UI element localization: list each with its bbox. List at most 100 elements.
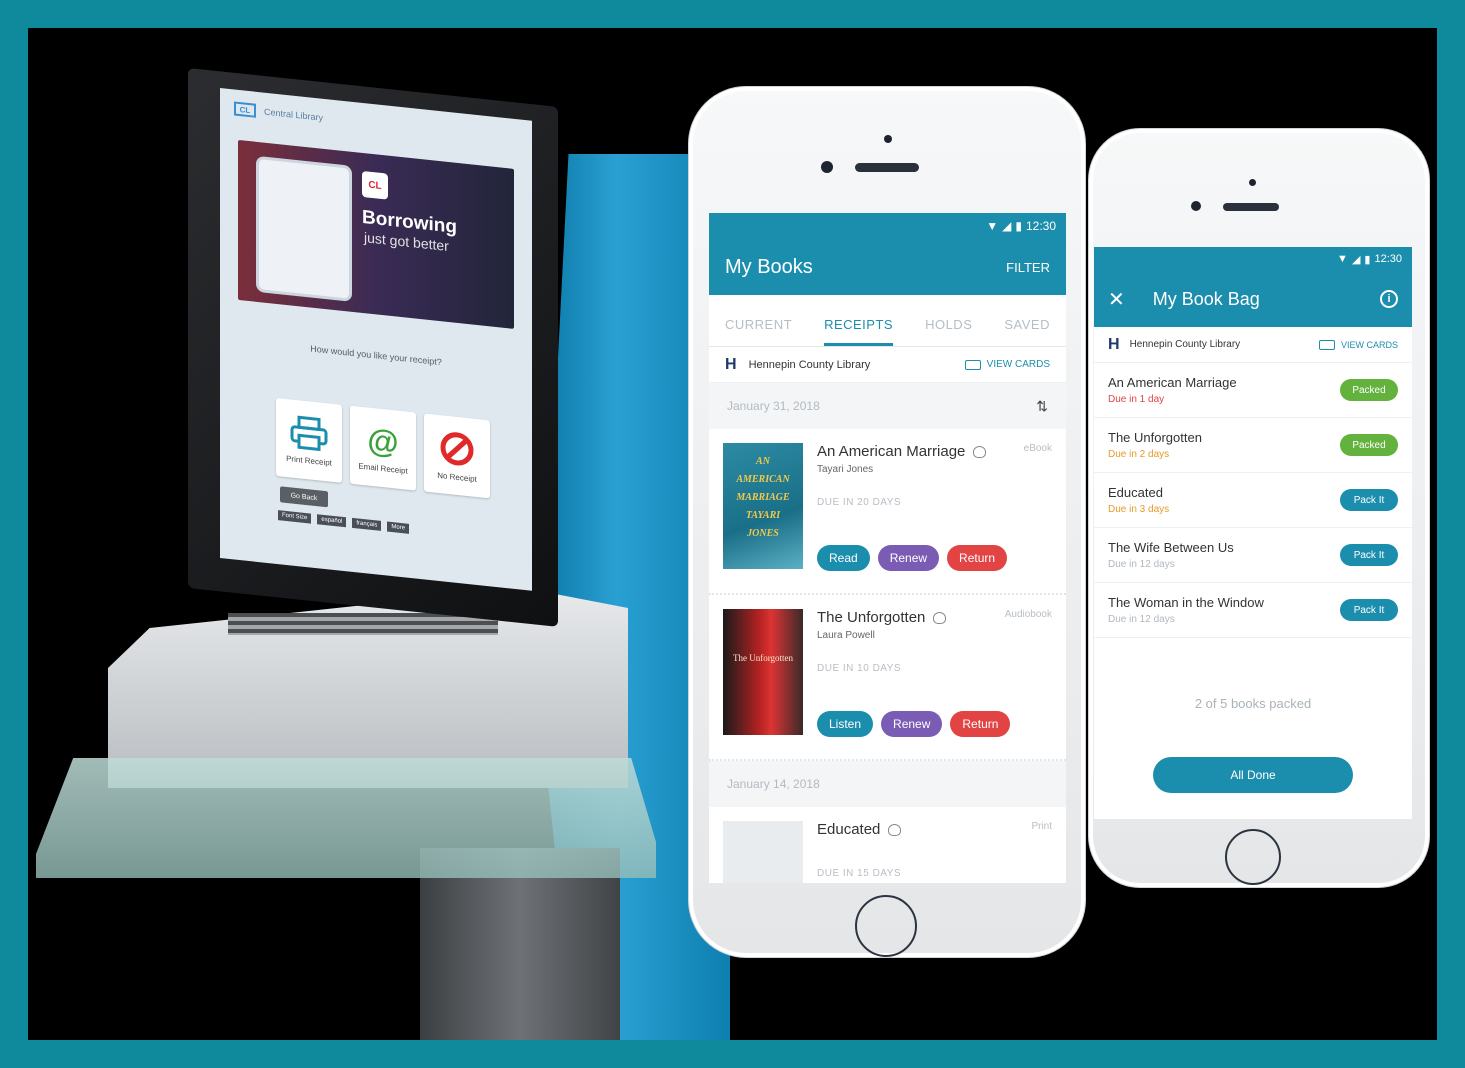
return-button[interactable]: Return bbox=[947, 545, 1008, 571]
phone2-screen: ▼ ◢ ▮ 12:30 ✕ My Book Bag i H Hennepin C… bbox=[1094, 247, 1412, 819]
pack-it-button[interactable]: Pack It bbox=[1340, 599, 1398, 621]
page-title: My Book Bag bbox=[1152, 288, 1260, 309]
bag-item-due: Due in 1 day bbox=[1108, 394, 1165, 405]
book-cover-text: AN AMERICAN MARRIAGE TAYARI JONES bbox=[736, 456, 790, 539]
kiosk-footer-francais[interactable]: français bbox=[352, 517, 382, 531]
filter-button[interactable]: FILTER bbox=[1006, 260, 1050, 275]
library-logo-icon: H bbox=[1108, 335, 1120, 353]
tab-current[interactable]: CURRENT bbox=[725, 317, 792, 346]
library-name: Hennepin County Library bbox=[1129, 339, 1241, 350]
phone2-library-bar: H Hennepin County Library VIEW CARDS bbox=[1094, 327, 1412, 363]
book-due: DUE IN 20 DAYS bbox=[817, 497, 902, 508]
bag-item-due: Due in 2 days bbox=[1108, 449, 1170, 460]
heart-icon[interactable] bbox=[888, 823, 902, 836]
kiosk-library-logo: CL bbox=[234, 101, 256, 118]
bag-item: The Wife Between Us Due in 12 days Pack … bbox=[1094, 528, 1412, 583]
image-frame: CL Central Library CL Borrowing just got… bbox=[0, 0, 1465, 1068]
book-author: Laura Powell bbox=[817, 630, 875, 641]
book-row[interactable]: AN AMERICAN MARRIAGE TAYARI JONES An Ame… bbox=[709, 429, 1066, 595]
phone1-sensor bbox=[884, 135, 892, 143]
kiosk-receipt-question: How would you like your receipt? bbox=[310, 343, 442, 368]
phone-my-book-bag: ▼ ◢ ▮ 12:30 ✕ My Book Bag i H Hennepin C… bbox=[1088, 128, 1430, 888]
phone2-status-time: 12:30 bbox=[1374, 253, 1402, 265]
return-button[interactable]: Return bbox=[950, 711, 1011, 737]
bag-item-title: Educated bbox=[1108, 485, 1163, 500]
bag-item: An American Marriage Due in 1 day Packed bbox=[1094, 363, 1412, 418]
renew-button[interactable]: Renew bbox=[881, 711, 943, 737]
no-receipt-icon bbox=[440, 431, 474, 466]
print-receipt-button[interactable]: Print Receipt bbox=[276, 397, 342, 483]
bag-item-title: The Unforgotten bbox=[1108, 430, 1202, 445]
phone1-status-time: 12:30 bbox=[1025, 219, 1056, 233]
phone2-home-button[interactable] bbox=[1225, 829, 1281, 885]
book-format: Audiobook bbox=[1004, 609, 1052, 620]
wifi-icon: ▼ bbox=[1337, 253, 1348, 265]
all-done-button[interactable]: All Done bbox=[1153, 757, 1353, 793]
pack-it-button[interactable]: Pack It bbox=[1340, 489, 1398, 511]
book-title: The Unforgotten bbox=[817, 609, 926, 626]
book-cover-text: The Unforgotten bbox=[732, 653, 794, 663]
kiosk-glass-shelf bbox=[36, 758, 656, 878]
phone1-library-bar: H Hennepin County Library VIEW CARDS bbox=[709, 347, 1066, 383]
view-cards-label: VIEW CARDS bbox=[986, 359, 1050, 370]
read-button[interactable]: Read bbox=[817, 545, 870, 571]
phone2-appbar: ✕ My Book Bag i bbox=[1094, 271, 1412, 327]
tab-receipts[interactable]: RECEIPTS bbox=[824, 317, 894, 346]
book-due: DUE IN 10 DAYS bbox=[817, 663, 902, 674]
email-receipt-button[interactable]: @ Email Receipt bbox=[350, 405, 416, 491]
phone1-home-button[interactable] bbox=[855, 895, 917, 957]
kiosk-footer: Font Size español français More bbox=[278, 510, 532, 547]
library-logo-icon: H bbox=[725, 355, 737, 373]
pack-it-button[interactable]: Pack It bbox=[1340, 544, 1398, 566]
wifi-icon: ▼ bbox=[986, 219, 999, 233]
kiosk-footer-more[interactable]: More bbox=[387, 521, 410, 534]
phone1-speaker bbox=[855, 163, 919, 172]
book-author: Tayari Jones bbox=[817, 464, 874, 475]
kiosk-footer-espanol[interactable]: español bbox=[317, 514, 347, 528]
listen-button[interactable]: Listen bbox=[817, 711, 874, 737]
heart-icon[interactable] bbox=[973, 445, 987, 458]
battery-icon: ▮ bbox=[1364, 253, 1371, 266]
kiosk-footer-font-size[interactable]: Font Size bbox=[278, 510, 312, 524]
svg-text:@: @ bbox=[367, 422, 398, 460]
book-title: Educated bbox=[817, 821, 881, 838]
book-due: DUE IN 15 DAYS bbox=[817, 868, 902, 879]
view-cards-button[interactable]: VIEW CARDS bbox=[964, 359, 1050, 370]
bag-item-due: Due in 3 days bbox=[1108, 504, 1170, 515]
card-icon bbox=[1318, 339, 1335, 350]
view-cards-button[interactable]: VIEW CARDS bbox=[1318, 339, 1398, 350]
date-header: January 14, 2018 bbox=[709, 761, 1066, 807]
packed-button[interactable]: Packed bbox=[1340, 379, 1398, 401]
bag-item-due: Due in 12 days bbox=[1108, 614, 1175, 625]
renew-button[interactable]: Renew bbox=[877, 545, 940, 571]
bag-item: Educated Due in 3 days Pack It bbox=[1094, 473, 1412, 528]
kiosk-promo-banner: CL Borrowing just got better bbox=[238, 139, 514, 329]
battery-icon: ▮ bbox=[1015, 219, 1022, 233]
phone-my-books: ▼ ◢ ▮ 12:30 My Books FILTER CURRENT RECE… bbox=[688, 86, 1086, 958]
book-row[interactable]: The Unforgotten The Unforgotten Audioboo… bbox=[709, 595, 1066, 761]
print-receipt-label: Print Receipt bbox=[286, 453, 332, 468]
no-receipt-label: No Receipt bbox=[437, 470, 477, 484]
kiosk-library-name: Central Library bbox=[264, 106, 324, 123]
card-icon bbox=[964, 359, 981, 370]
phone1-tabs: CURRENT RECEIPTS HOLDS SAVED bbox=[709, 295, 1066, 347]
kiosk-go-back-button[interactable]: Go Back bbox=[280, 486, 328, 508]
book-cover bbox=[723, 821, 803, 883]
no-receipt-button[interactable]: No Receipt bbox=[424, 413, 490, 499]
phone1-appbar: My Books FILTER bbox=[709, 239, 1066, 295]
phone1-screen: ▼ ◢ ▮ 12:30 My Books FILTER CURRENT RECE… bbox=[709, 213, 1066, 883]
tab-saved[interactable]: SAVED bbox=[1004, 317, 1050, 346]
info-icon[interactable]: i bbox=[1380, 290, 1398, 308]
close-icon[interactable]: ✕ bbox=[1108, 287, 1125, 312]
bag-item: The Unforgotten Due in 2 days Packed bbox=[1094, 418, 1412, 473]
tab-holds[interactable]: HOLDS bbox=[925, 317, 972, 346]
packed-button[interactable]: Packed bbox=[1340, 434, 1398, 456]
date-header-label: January 31, 2018 bbox=[727, 399, 820, 413]
phone2-camera bbox=[1191, 201, 1201, 211]
email-at-icon: @ bbox=[367, 422, 398, 460]
sort-icon[interactable]: ⇅ bbox=[1036, 398, 1048, 415]
bag-item-title: An American Marriage bbox=[1108, 375, 1237, 390]
book-row[interactable]: Educated Print DUE IN 15 DAYS bbox=[709, 807, 1066, 883]
signal-icon: ◢ bbox=[1002, 219, 1012, 233]
heart-icon[interactable] bbox=[933, 611, 947, 624]
